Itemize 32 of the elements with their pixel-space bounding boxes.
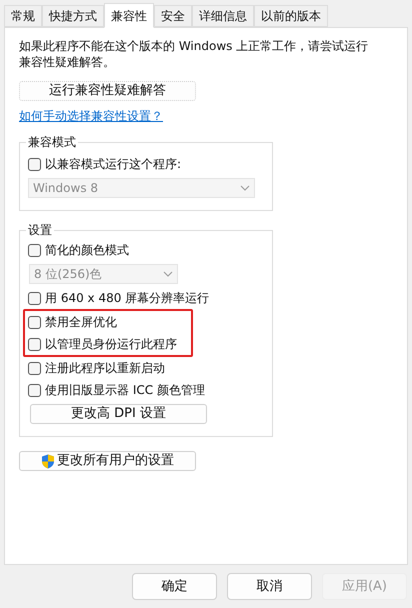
group-title: 兼容模式 [26, 134, 78, 150]
group-title: 设置 [26, 222, 54, 238]
checkbox-label: 禁用全屏优化 [45, 314, 117, 331]
dialog-button[interactable]: 确定 [132, 573, 217, 600]
checkbox-label: 使用旧版显示器 ICC 颜色管理 [45, 382, 205, 399]
troubleshoot-button[interactable]: 运行兼容性疑难解答 [19, 81, 196, 101]
chevron-icon [163, 271, 173, 277]
dialog-button[interactable]: 取消 [227, 573, 312, 600]
checkbox[interactable] [28, 292, 41, 304]
checkbox[interactable] [28, 362, 41, 374]
checkbox[interactable] [28, 338, 41, 350]
checkbox-label: 简化的颜色模式 [45, 242, 129, 259]
all-users-settings-button[interactable]: 更改所有用户的设置 [19, 451, 196, 471]
checkbox[interactable] [28, 244, 41, 256]
checkbox[interactable] [28, 316, 41, 328]
tab[interactable]: 详细信息 [192, 5, 254, 27]
checkbox-label: 以兼容模式运行这个程序: [45, 156, 182, 173]
checkbox-label: 用 640 x 480 屏幕分辨率运行 [45, 290, 210, 307]
checkbox-label: 以管理员身份运行此程序 [45, 336, 177, 353]
checkbox[interactable] [28, 158, 41, 170]
tab[interactable]: 快捷方式 [42, 5, 104, 27]
tab[interactable]: 安全 [154, 5, 192, 27]
shield-icon [41, 454, 55, 468]
checkbox[interactable] [28, 384, 41, 396]
tab[interactable]: 兼容性 [104, 3, 154, 28]
checkbox-label: 注册此程序以重新启动 [45, 360, 165, 377]
tab[interactable]: 常规 [4, 5, 42, 27]
help-link[interactable]: 如何手动选择兼容性设置？ [19, 107, 163, 125]
chevron-icon [240, 185, 250, 191]
intro-text: 如果此程序不能在这个版本的 Windows 上正常工作，请尝试运行兼容性疑难解答。 [19, 38, 369, 70]
tab[interactable]: 以前的版本 [254, 5, 328, 27]
dpi-settings-button[interactable]: 更改高 DPI 设置 [30, 404, 207, 424]
